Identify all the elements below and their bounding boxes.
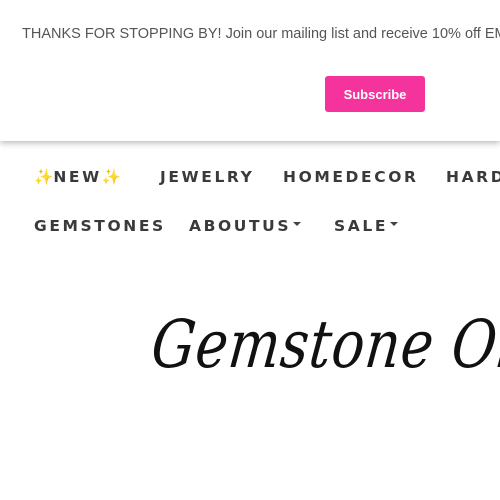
- subscribe-button[interactable]: Subscribe: [325, 76, 425, 112]
- banner-message: THANKS FOR STOPPING BY! Join our mailing…: [22, 26, 500, 42]
- hero-title: Gemstone Obses: [148, 306, 500, 383]
- sparkles-icon: ✨: [101, 168, 122, 186]
- caret-down-icon: [293, 221, 302, 226]
- main-navigation: ✨NEW✨ JEWELRY HOMEDECOR HARD GEMSTONES A…: [0, 141, 500, 261]
- nav-item-new[interactable]: ✨NEW✨: [34, 168, 121, 186]
- nav-item-homedecor[interactable]: HOMEDECOR: [283, 168, 419, 186]
- caret-down-icon: [390, 221, 399, 226]
- nav-item-jewelry[interactable]: JEWELRY: [160, 168, 254, 186]
- nav-item-aboutus[interactable]: ABOUTUS: [189, 217, 302, 235]
- nav-item-new-label: NEW: [53, 168, 102, 186]
- nav-item-sale[interactable]: SALE: [334, 217, 399, 235]
- sparkles-icon: ✨: [34, 168, 54, 186]
- mailing-list-banner: THANKS FOR STOPPING BY! Join our mailing…: [0, 0, 500, 141]
- nav-item-hard[interactable]: HARD: [446, 168, 500, 186]
- nav-item-aboutus-label: ABOUTUS: [189, 217, 292, 235]
- nav-item-gemstones[interactable]: GEMSTONES: [34, 217, 166, 235]
- nav-item-sale-label: SALE: [334, 217, 389, 235]
